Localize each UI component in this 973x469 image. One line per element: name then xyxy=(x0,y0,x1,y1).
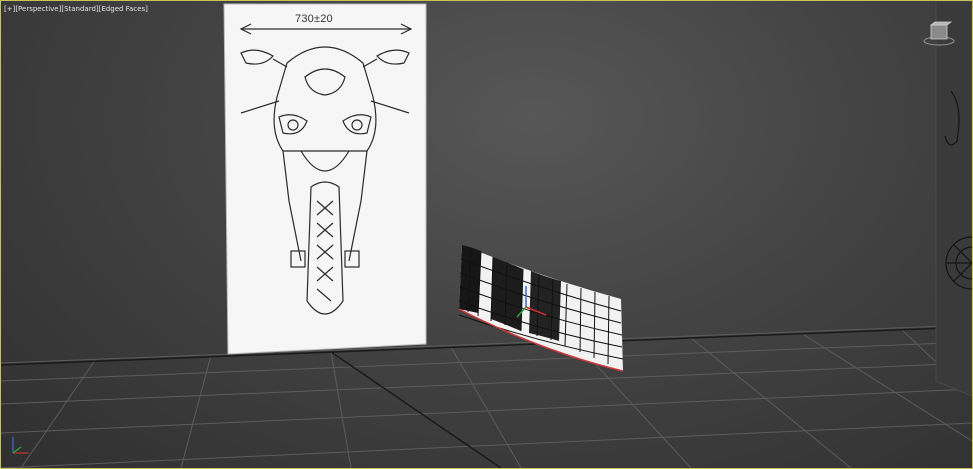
viewport-general-menu[interactable]: [+] xyxy=(4,5,15,13)
world-axis-icon xyxy=(12,437,29,454)
editable-poly-mesh[interactable] xyxy=(458,245,624,372)
viewport-visual-style-menu[interactable]: [Edged Faces] xyxy=(99,5,148,13)
viewport-shading-menu[interactable]: [Standard] xyxy=(61,5,98,13)
viewport-label-menu[interactable]: [+] [Perspective] [Standard] [Edged Face… xyxy=(4,5,148,13)
reference-image-plane[interactable] xyxy=(223,3,427,355)
side-reference-plane xyxy=(935,1,972,397)
viewcube-icon[interactable] xyxy=(922,19,956,47)
scene-canvas[interactable] xyxy=(1,1,972,468)
dimension-label: 730±20 xyxy=(295,13,333,25)
viewport-point-of-view-menu[interactable]: [Perspective] xyxy=(15,5,61,13)
perspective-viewport[interactable]: 730±20 [+] [Perspective] [Standard] [Edg… xyxy=(0,0,973,469)
